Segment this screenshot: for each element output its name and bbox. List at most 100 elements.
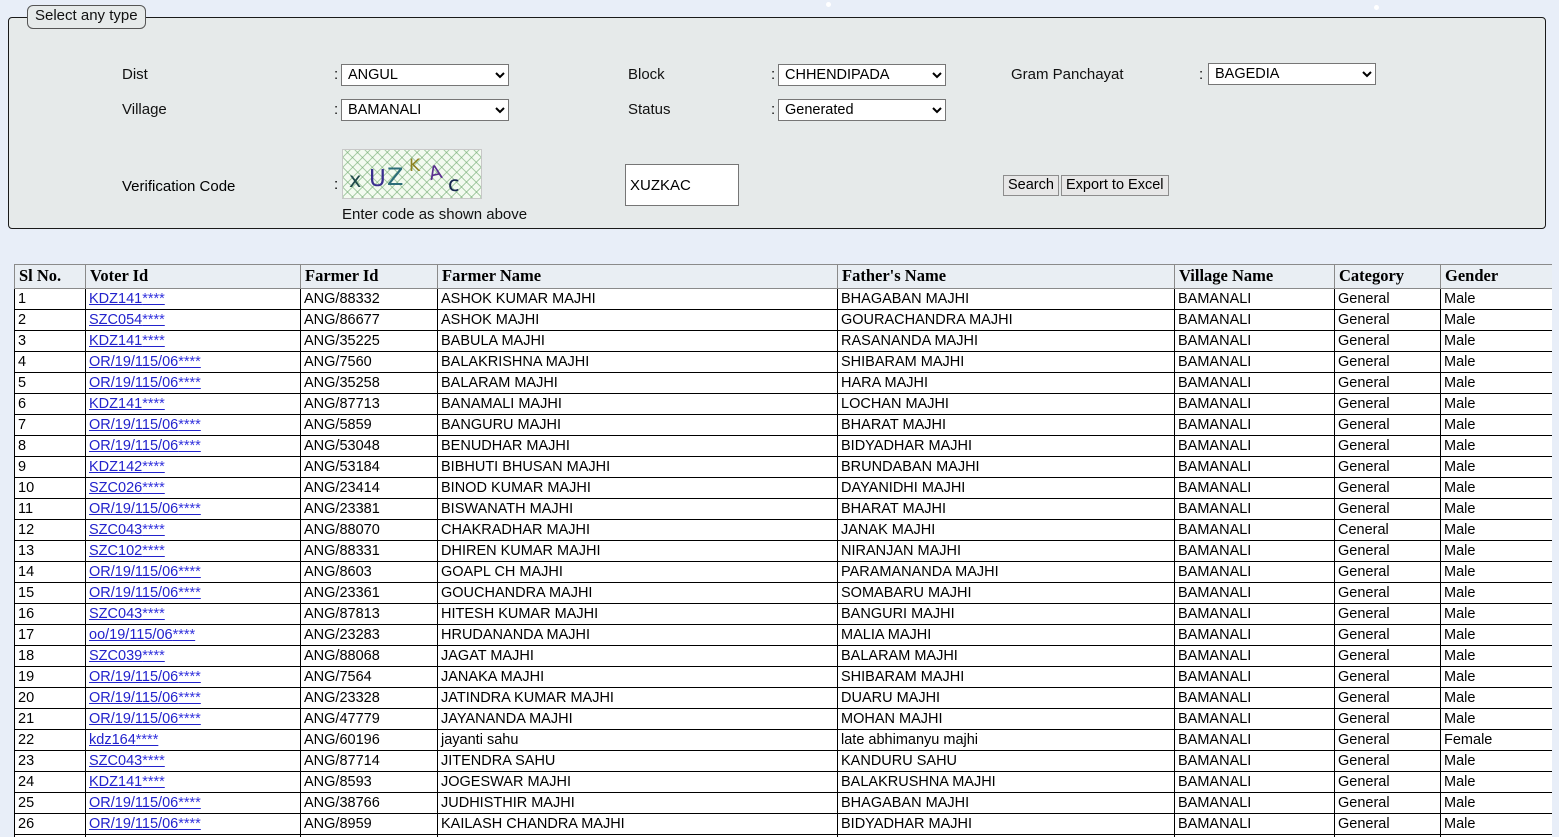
cell-gender: Male [1440,813,1552,835]
voter-id-link[interactable]: OR/19/115/06**** [89,417,201,433]
cell-category: General [1334,456,1441,478]
search-filter-panel: Select any type Dist : ANGUL Block : CHH… [8,5,1546,229]
cell-farmer-id: ANG/60196 [300,729,438,751]
voter-id-link[interactable]: OR/19/115/06**** [89,375,201,391]
voter-id-link[interactable]: KDZ141**** [89,291,165,307]
voter-id-link[interactable]: SZC026**** [89,480,165,496]
voter-id-link[interactable]: OR/19/115/06**** [89,564,201,580]
cell-village-name: BAMANALI [1174,519,1335,541]
cell-farmer-id: ANG/5859 [300,414,438,436]
dist-select[interactable]: ANGUL [341,64,509,86]
voter-id-link[interactable]: oo/19/115/06**** [89,627,195,643]
voter-id-link[interactable]: OR/19/115/06**** [89,711,201,727]
cell-gender: Male [1440,288,1552,310]
table-row: 6 KDZ141**** ANG/87713 BANAMALI MAJHI LOCHAN… [14,393,1552,415]
voter-id-mask: **** [142,395,165,412]
table-row: 4 OR/19/115/06**** ANG/7560 BALAKRISHNA MAJ… [14,351,1552,373]
cell-sl-no: 26 [14,813,86,835]
cell-voter-id: SZC102**** [85,540,301,562]
cell-category: Ceneral [1334,519,1441,541]
cell-category: General [1334,813,1441,835]
gram-panchayat-select[interactable]: BAGEDIA [1208,63,1376,85]
cell-farmer-name: GOAPL CH MAJHI [437,561,838,583]
voter-id-link[interactable]: OR/19/115/06**** [89,585,201,601]
voter-id-link[interactable]: OR/19/115/06**** [89,795,201,811]
search-button[interactable]: Search [1003,175,1059,196]
cell-farmer-id: ANG/88070 [300,519,438,541]
cell-voter-id: KDZ141**** [85,288,301,310]
voter-id-mask: **** [142,332,165,349]
voter-id-link[interactable]: KDZ141**** [89,333,165,349]
cell-gender: Male [1440,351,1552,373]
voter-id-mask: **** [178,815,201,832]
voter-id-link[interactable]: SZC054**** [89,312,165,328]
table-row: 1 KDZ141**** ANG/88332 ASHOK KUMAR MAJHI BHA… [14,288,1552,310]
verification-code-input[interactable] [625,164,739,206]
cell-category: General [1334,687,1441,709]
gram-panchayat-label: Gram Panchayat [1011,66,1124,83]
cell-farmer-id: ANG/7564 [300,666,438,688]
village-colon: : [334,101,339,118]
cell-category: General [1334,729,1441,751]
voter-id-mask: **** [178,374,201,391]
voter-id-link[interactable]: SZC043**** [89,753,165,769]
cell-village-name: BAMANALI [1174,456,1335,478]
voter-id-link[interactable]: SZC043**** [89,522,165,538]
cell-fathers-name: BHAGABAN MAJHI [837,792,1175,814]
voter-id-link[interactable]: OR/19/115/06**** [89,438,201,454]
cell-category: General [1334,750,1441,772]
voter-id-link[interactable]: OR/19/115/06**** [89,669,201,685]
cell-sl-no: 6 [14,393,86,415]
voter-id-link[interactable]: kdz164**** [89,732,158,748]
cell-voter-id: SZC043**** [85,750,301,772]
cell-voter-id: KDZ141**** [85,393,301,415]
table-row: 21 OR/19/115/06**** ANG/47779 JAYANANDA MAJ… [14,708,1552,730]
cell-category: General [1334,603,1441,625]
captcha-image: xUZKAc [342,149,482,199]
cell-farmer-name: BALARAM MAJHI [437,372,838,394]
cell-gender: Male [1440,498,1552,520]
voter-id-mask: **** [142,458,165,475]
cell-village-name: BAMANALI [1174,687,1335,709]
voter-id-link[interactable]: OR/19/115/06**** [89,690,201,706]
cell-category: General [1334,645,1441,667]
table-header-row: Sl No. Voter Id Farmer Id Farmer Name Father… [14,264,1552,289]
column-header-village-name: Village Name [1174,264,1335,289]
village-select[interactable]: BAMANALI [341,99,509,121]
cell-gender: Male [1440,687,1552,709]
voter-id-link[interactable]: KDZ141**** [89,774,165,790]
voter-id-link[interactable]: SZC102**** [89,543,165,559]
cell-sl-no: 16 [14,603,86,625]
captcha-char-4: K [409,156,421,176]
cell-voter-id: OR/19/115/06**** [85,351,301,373]
block-select[interactable]: CHHENDIPADA [778,64,946,86]
column-header-gender: Gender [1440,264,1552,289]
voter-id-link[interactable]: KDZ142**** [89,459,165,475]
voter-id-link[interactable]: OR/19/115/06**** [89,354,201,370]
column-header-voter-id: Voter Id [85,264,301,289]
panel-legend: Select any type [27,5,146,29]
voter-id-link[interactable]: OR/19/115/06**** [89,501,201,517]
cell-sl-no: 12 [14,519,86,541]
cell-farmer-name: BENUDHAR MAJHI [437,435,838,457]
table-row: 20 OR/19/115/06**** ANG/23328 JATINDRA KUMA… [14,687,1552,709]
export-to-excel-button[interactable]: Export to Excel [1061,175,1169,196]
voter-id-link[interactable]: KDZ141**** [89,396,165,412]
cell-sl-no: 22 [14,729,86,751]
block-colon: : [771,66,776,83]
voter-id-link[interactable]: OR/19/115/06**** [89,816,201,832]
voter-id-link[interactable]: SZC039**** [89,648,165,664]
table-row: 9 KDZ142**** ANG/53184 BIBHUTI BHUSAN MAJHI… [14,456,1552,478]
cell-gender: Male [1440,771,1552,793]
voter-id-link[interactable]: SZC043**** [89,606,165,622]
cell-village-name: BAMANALI [1174,561,1335,583]
cell-gender: Female [1440,729,1552,751]
captcha-char-1: x [349,168,362,192]
status-colon: : [771,101,776,118]
cell-farmer-name: ASHOK MAJHI [437,309,838,331]
voter-id-mask: **** [178,710,201,727]
cell-sl-no: 4 [14,351,86,373]
status-select[interactable]: Generated [778,99,946,121]
cell-sl-no: 13 [14,540,86,562]
cell-voter-id: OR/19/115/06**** [85,708,301,730]
